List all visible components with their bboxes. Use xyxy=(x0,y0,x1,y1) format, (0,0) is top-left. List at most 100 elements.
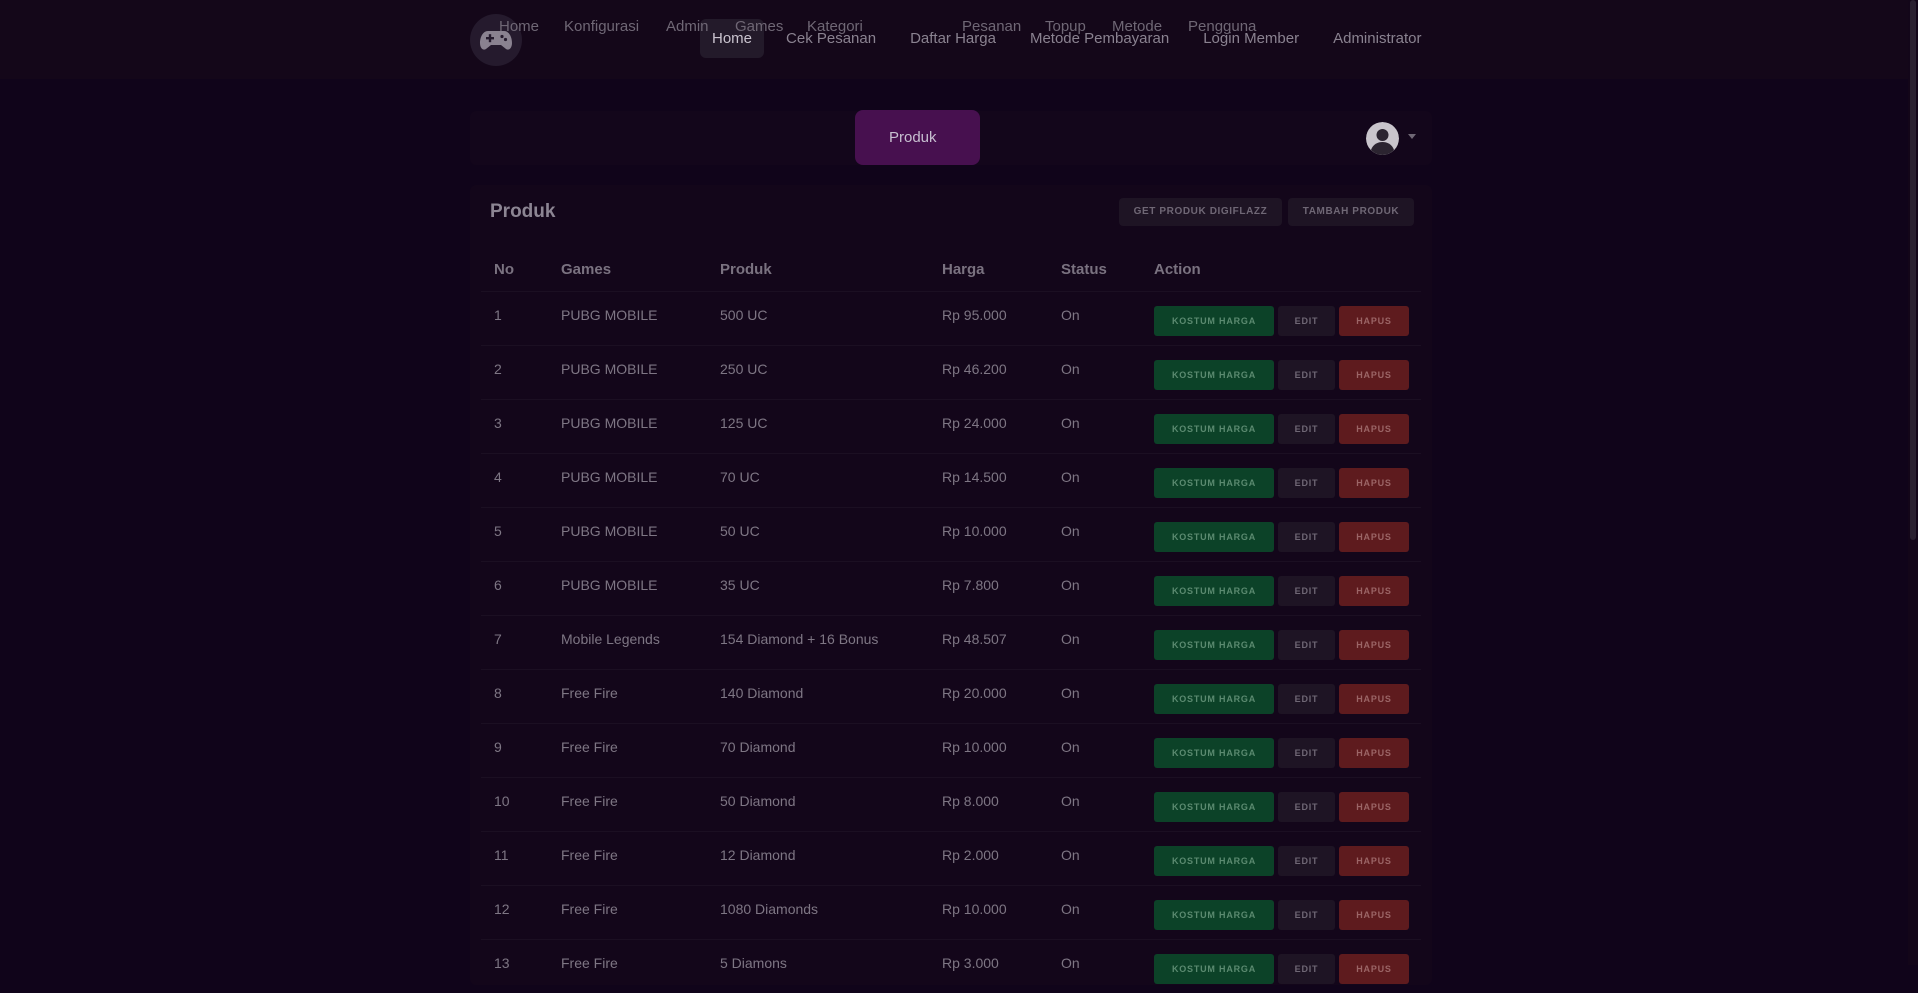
th-status: Status xyxy=(1061,261,1107,278)
cell-games: Free Fire xyxy=(561,793,618,809)
admin-nav-kategori[interactable]: Kategori xyxy=(807,0,863,54)
kostum-harga-button[interactable]: KOSTUM HARGA xyxy=(1154,792,1274,822)
hapus-button[interactable]: HAPUS xyxy=(1339,792,1409,822)
cell-games: Free Fire xyxy=(561,685,618,701)
topnav-administrator[interactable]: Administrator xyxy=(1321,19,1433,58)
cell-no: 6 xyxy=(494,577,502,593)
admin-nav-games[interactable]: Games xyxy=(735,0,783,54)
kostum-harga-button[interactable]: KOSTUM HARGA xyxy=(1154,360,1274,390)
hapus-button[interactable]: HAPUS xyxy=(1339,738,1409,768)
kostum-harga-button[interactable]: KOSTUM HARGA xyxy=(1154,468,1274,498)
page-title: Produk xyxy=(490,201,556,222)
edit-button[interactable]: EDIT xyxy=(1278,468,1335,498)
cell-no: 2 xyxy=(494,361,502,377)
cell-harga: Rp 7.800 xyxy=(942,577,999,593)
caret-down-icon[interactable] xyxy=(1408,134,1416,139)
edit-button[interactable]: EDIT xyxy=(1278,792,1335,822)
kostum-harga-button[interactable]: KOSTUM HARGA xyxy=(1154,738,1274,768)
admin-nav-konfigurasi[interactable]: Konfigurasi xyxy=(564,0,639,54)
th-games: Games xyxy=(561,261,612,278)
edit-button[interactable]: EDIT xyxy=(1278,954,1335,984)
admin-nav-pengguna[interactable]: Pengguna xyxy=(1188,0,1256,54)
cell-harga: Rp 8.000 xyxy=(942,793,999,809)
edit-button[interactable]: EDIT xyxy=(1278,522,1335,552)
cell-harga: Rp 3.000 xyxy=(942,955,999,971)
th-action: Action xyxy=(1154,261,1201,278)
cell-games: PUBG MOBILE xyxy=(561,469,658,485)
cell-produk: 500 UC xyxy=(720,307,768,323)
cell-no: 9 xyxy=(494,739,502,755)
cell-status: On xyxy=(1061,469,1080,485)
cell-status: On xyxy=(1061,361,1080,377)
admin-nav-metode[interactable]: Metode xyxy=(1112,0,1162,54)
cell-produk: 140 Diamond xyxy=(720,685,804,701)
kostum-harga-button[interactable]: KOSTUM HARGA xyxy=(1154,900,1274,930)
cell-no: 13 xyxy=(494,955,510,971)
cell-status: On xyxy=(1061,415,1080,431)
cell-status: On xyxy=(1061,955,1080,971)
cell-status: On xyxy=(1061,901,1080,917)
page-scrollbar[interactable] xyxy=(1908,0,1918,965)
cell-status: On xyxy=(1061,793,1080,809)
cell-status: On xyxy=(1061,739,1080,755)
hapus-button[interactable]: HAPUS xyxy=(1339,846,1409,876)
kostum-harga-button[interactable]: KOSTUM HARGA xyxy=(1154,522,1274,552)
cell-produk: 1080 Diamonds xyxy=(720,901,819,917)
cell-produk: 70 Diamond xyxy=(720,739,796,755)
hapus-button[interactable]: HAPUS xyxy=(1339,954,1409,984)
kostum-harga-button[interactable]: KOSTUM HARGA xyxy=(1154,630,1274,660)
cell-games: Free Fire xyxy=(561,739,618,755)
th-no: No xyxy=(494,261,514,278)
hapus-button[interactable]: HAPUS xyxy=(1339,306,1409,336)
edit-button[interactable]: EDIT xyxy=(1278,414,1335,444)
cell-no: 4 xyxy=(494,469,502,485)
user-avatar-icon[interactable] xyxy=(1366,122,1399,155)
admin-nav-produk-label: Produk xyxy=(889,129,937,146)
cell-games: PUBG MOBILE xyxy=(561,523,658,539)
hapus-button[interactable]: HAPUS xyxy=(1339,468,1409,498)
cell-produk: 12 Diamond xyxy=(720,847,796,863)
cell-games: Free Fire xyxy=(561,955,618,971)
cell-status: On xyxy=(1061,307,1080,323)
tambah-produk-button[interactable]: TAMBAH PRODUK xyxy=(1288,198,1414,226)
edit-button[interactable]: EDIT xyxy=(1278,738,1335,768)
admin-nav-topup[interactable]: Topup xyxy=(1045,0,1086,54)
cell-games: Free Fire xyxy=(561,847,618,863)
cell-harga: Rp 2.000 xyxy=(942,847,999,863)
kostum-harga-button[interactable]: KOSTUM HARGA xyxy=(1154,846,1274,876)
admin-nav-admin[interactable]: Admin xyxy=(666,0,709,54)
hapus-button[interactable]: HAPUS xyxy=(1339,576,1409,606)
hapus-button[interactable]: HAPUS xyxy=(1339,522,1409,552)
cell-produk: 250 UC xyxy=(720,361,768,377)
edit-button[interactable]: EDIT xyxy=(1278,900,1335,930)
edit-button[interactable]: EDIT xyxy=(1278,360,1335,390)
cell-games: PUBG MOBILE xyxy=(561,307,658,323)
hapus-button[interactable]: HAPUS xyxy=(1339,684,1409,714)
kostum-harga-button[interactable]: KOSTUM HARGA xyxy=(1154,684,1274,714)
hapus-button[interactable]: HAPUS xyxy=(1339,630,1409,660)
cell-games: PUBG MOBILE xyxy=(561,415,658,431)
kostum-harga-button[interactable]: KOSTUM HARGA xyxy=(1154,306,1274,336)
hapus-button[interactable]: HAPUS xyxy=(1339,414,1409,444)
kostum-harga-button[interactable]: KOSTUM HARGA xyxy=(1154,576,1274,606)
get-produk-digiflazz-button[interactable]: GET PRODUK DIGIFLAZZ xyxy=(1119,198,1282,226)
cell-games: PUBG MOBILE xyxy=(561,361,658,377)
edit-button[interactable]: EDIT xyxy=(1278,576,1335,606)
edit-button[interactable]: EDIT xyxy=(1278,306,1335,336)
kostum-harga-button[interactable]: KOSTUM HARGA xyxy=(1154,414,1274,444)
edit-button[interactable]: EDIT xyxy=(1278,846,1335,876)
scrollbar-thumb[interactable] xyxy=(1910,0,1916,540)
hapus-button[interactable]: HAPUS xyxy=(1339,900,1409,930)
cell-status: On xyxy=(1061,685,1080,701)
cell-status: On xyxy=(1061,577,1080,593)
edit-button[interactable]: EDIT xyxy=(1278,630,1335,660)
hapus-button[interactable]: HAPUS xyxy=(1339,360,1409,390)
edit-button[interactable]: EDIT xyxy=(1278,684,1335,714)
cell-no: 10 xyxy=(494,793,510,809)
cell-produk: 70 UC xyxy=(720,469,760,485)
admin-nav-pesanan[interactable]: Pesanan xyxy=(962,0,1021,54)
cell-no: 12 xyxy=(494,901,510,917)
kostum-harga-button[interactable]: KOSTUM HARGA xyxy=(1154,954,1274,984)
admin-nav-home[interactable]: Home xyxy=(499,0,539,54)
th-produk: Produk xyxy=(720,261,772,278)
